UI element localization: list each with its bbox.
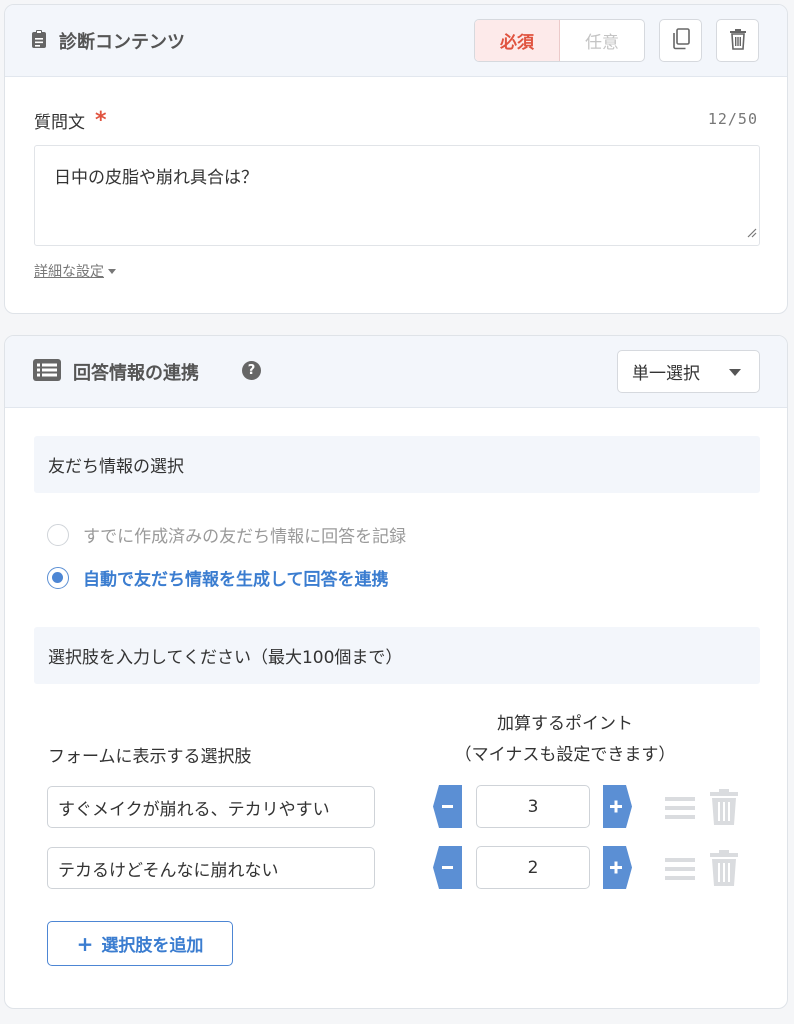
- dropdown-arrow-icon: [729, 369, 741, 376]
- friend-info-section-title: 友だち情報の選択: [48, 457, 184, 477]
- points-input[interactable]: 3: [476, 785, 590, 828]
- trash-icon: [729, 28, 747, 54]
- points-value: 2: [527, 857, 539, 878]
- diagnosis-title: 診断コンテンツ: [59, 32, 185, 53]
- help-icon[interactable]: ?: [242, 361, 261, 380]
- answer-card: 回答情報の連携 ? 単一選択 友だち情報の選択 すでに作成済みの友だち情報に回答…: [4, 335, 788, 1009]
- option-label-input[interactable]: テカるけどそんなに崩れない: [47, 847, 375, 889]
- radio-existing-label: すでに作成済みの友だち情報に回答を記録: [83, 527, 407, 547]
- choice-column-header: フォームに表示する選択肢: [48, 747, 252, 767]
- option-label-text: テカるけどそんなに崩れない: [58, 860, 279, 881]
- list-icon: [33, 358, 61, 386]
- points-value: 3: [527, 796, 539, 817]
- clipboard-icon: [31, 29, 47, 54]
- answer-type-value: 単一選択: [632, 364, 700, 384]
- plus-button[interactable]: [603, 846, 632, 889]
- caret-down-icon: [108, 268, 116, 274]
- advanced-settings-link[interactable]: 詳細な設定: [34, 261, 116, 281]
- minus-button[interactable]: [433, 785, 462, 828]
- question-label-row: 質問文 *: [34, 108, 107, 133]
- diagnosis-title-row: 診断コンテンツ: [31, 5, 185, 77]
- option-label-input[interactable]: すぐメイクが崩れる、テカリやすい: [47, 786, 375, 828]
- char-counter: 12/50: [707, 110, 758, 128]
- trash-icon[interactable]: [709, 789, 739, 825]
- plus-icon: +: [76, 931, 94, 956]
- question-label: 質問文: [34, 113, 85, 133]
- answer-title-row: 回答情報の連携: [33, 336, 199, 408]
- points-header-line2: （マイナスも設定できます）: [454, 745, 676, 765]
- points-input[interactable]: 2: [476, 846, 590, 889]
- option-label-text: すぐメイクが崩れる、テカリやすい: [58, 799, 330, 820]
- copy-button[interactable]: [659, 19, 702, 62]
- required-asterisk: *: [95, 107, 107, 133]
- radio-existing-control[interactable]: [47, 523, 69, 546]
- answer-card-header: 回答情報の連携 ? 単一選択: [5, 336, 787, 408]
- answer-title: 回答情報の連携: [73, 363, 199, 384]
- choices-section-header: 選択肢を入力してください（最大100個まで）: [34, 627, 760, 684]
- answer-type-select[interactable]: 単一選択: [617, 350, 760, 393]
- plus-button[interactable]: [603, 785, 632, 828]
- add-option-label: 選択肢を追加: [101, 936, 204, 956]
- required-option[interactable]: 必須: [475, 20, 560, 61]
- optional-option[interactable]: 任意: [560, 20, 644, 61]
- trash-icon[interactable]: [709, 850, 739, 886]
- delete-button[interactable]: [716, 19, 759, 62]
- radio-auto-control[interactable]: [47, 566, 69, 589]
- drag-handle-icon[interactable]: [665, 854, 695, 884]
- choices-section-title: 選択肢を入力してください（最大100個まで）: [48, 648, 403, 668]
- copy-icon: [671, 27, 691, 54]
- question-text: 日中の皮脂や崩れ具合は？: [54, 168, 258, 188]
- points-header-line1: 加算するポイント: [497, 714, 633, 734]
- advanced-settings-label: 詳細な設定: [34, 264, 104, 280]
- radio-auto-label: 自動で友だち情報を生成して回答を連携: [83, 570, 389, 590]
- radio-existing-friend[interactable]: すでに作成済みの友だち情報に回答を記録: [47, 522, 406, 547]
- required-toggle[interactable]: 必須 任意: [474, 19, 645, 62]
- diagnosis-card-header: 診断コンテンツ 必須 任意: [5, 5, 787, 77]
- question-textarea[interactable]: 日中の皮脂や崩れ具合は？: [34, 145, 760, 246]
- minus-button[interactable]: [433, 846, 462, 889]
- points-column-header: 加算するポイント （マイナスも設定できます）: [435, 709, 695, 771]
- radio-auto-generate[interactable]: 自動で友だち情報を生成して回答を連携: [47, 565, 389, 590]
- resize-handle-icon[interactable]: [746, 223, 757, 243]
- add-option-button[interactable]: + 選択肢を追加: [47, 921, 233, 966]
- friend-info-section-header: 友だち情報の選択: [34, 436, 760, 493]
- drag-handle-icon[interactable]: [665, 793, 695, 823]
- diagnosis-card: 診断コンテンツ 必須 任意 質問文 * 12/50 日中の皮脂や崩れ具合は？ 詳…: [4, 4, 788, 314]
